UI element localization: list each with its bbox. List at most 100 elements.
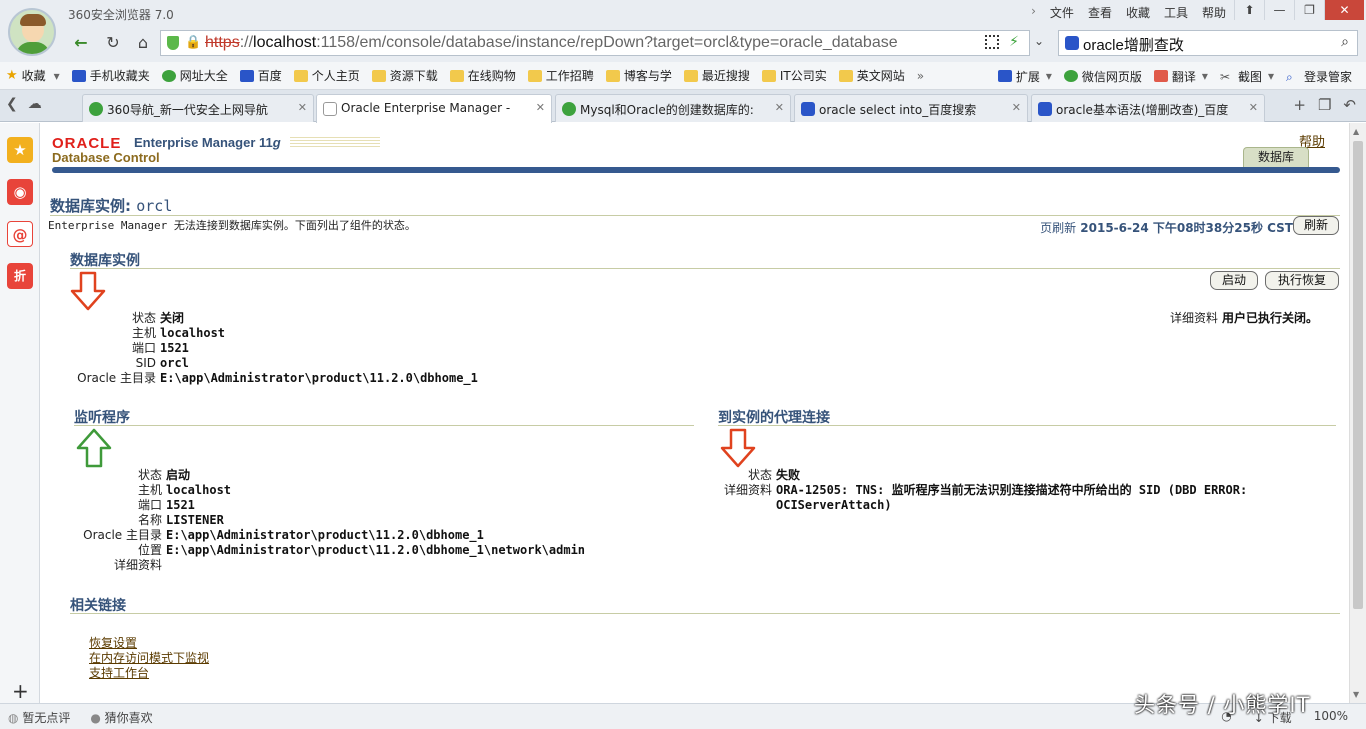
search-input[interactable]: oracle增删查改 (1083, 34, 1184, 55)
cloud-icon[interactable]: ☁ (28, 96, 42, 112)
chevron-down-icon[interactable]: ⌄ (1034, 34, 1044, 48)
refresh-info: 页刷新 2015-6-24 下午08时38分25秒 CST (1040, 221, 1293, 235)
perform-recovery-button[interactable]: 执行恢复 (1265, 271, 1339, 290)
bookmark-folder[interactable]: 英文网站 (833, 67, 911, 84)
menu-favorites[interactable]: 收藏 (1126, 4, 1150, 21)
startup-button[interactable]: 启动 (1210, 271, 1258, 290)
favorites-star-icon[interactable]: ★ (7, 137, 33, 163)
scroll-up-icon[interactable]: ▲ (1353, 127, 1359, 136)
bookmark-nav[interactable]: 网址大全 (156, 67, 234, 84)
page-icon (323, 102, 337, 116)
scroll-thumb[interactable] (1353, 141, 1363, 609)
bookmark-folder[interactable]: 最近搜搜 (678, 67, 756, 84)
section-title-related: 相关链接 (70, 598, 126, 614)
screenshot-button[interactable]: ✂ 截图 ▾ (1214, 68, 1280, 85)
page-title: 数据库实例: orcl (50, 197, 173, 215)
qrcode-icon[interactable] (985, 35, 999, 49)
tab-list-icon[interactable]: ❐ (1318, 96, 1331, 114)
bookmark-folder[interactable]: 博客与学 (600, 67, 678, 84)
search-icon: ⌕ (1285, 70, 1293, 84)
close-icon[interactable]: ✕ (536, 101, 545, 114)
mail-icon[interactable]: @ (7, 221, 33, 247)
minimize-button[interactable]: — (1264, 0, 1294, 20)
close-icon[interactable]: ✕ (1249, 101, 1258, 114)
watermark: 头条号 / 小熊学IT (1134, 693, 1311, 717)
undo-close-icon[interactable]: ↶ (1343, 96, 1356, 114)
phone-icon (71, 69, 86, 82)
close-icon[interactable]: ✕ (775, 101, 784, 114)
user-avatar[interactable] (8, 8, 56, 56)
browser-sidebar: ★ ◉ @ 折 + (0, 123, 40, 703)
close-icon[interactable]: ✕ (298, 101, 307, 114)
skin-button[interactable]: ⬆ (1234, 0, 1264, 20)
add-icon[interactable]: + (12, 679, 29, 703)
baidu-icon[interactable] (1065, 36, 1079, 50)
bookmark-folder[interactable]: 个人主页 (288, 67, 366, 84)
weibo-icon[interactable]: ◉ (7, 179, 33, 205)
top-menu: › 文件 查看 收藏 工具 帮助 (1031, 4, 1226, 21)
address-url[interactable]: https://localhost:1158/em/console/databa… (205, 34, 898, 52)
menu-file[interactable]: 文件 (1050, 4, 1074, 21)
close-icon[interactable]: ✕ (1012, 101, 1021, 114)
translate-button[interactable]: 翻译 ▾ (1148, 68, 1214, 85)
navigation-row: ← ↻ ⌂ 🔒 https://localhost:1158/em/consol… (66, 28, 1366, 58)
tab-baidu-select-into[interactable]: oracle select into_百度搜索 ✕ (794, 94, 1028, 122)
chevron-down-icon: ▾ (1045, 69, 1052, 83)
address-bar[interactable]: 🔒 https://localhost:1158/em/console/data… (160, 30, 1030, 56)
scroll-down-icon[interactable]: ▼ (1353, 690, 1359, 699)
bookmark-folder[interactable]: IT公司实 (756, 67, 833, 84)
star-icon: ★ (6, 68, 18, 83)
bookmark-folder[interactable]: 在线购物 (444, 67, 522, 84)
chevron-down-icon: ▾ (53, 68, 60, 83)
folder-icon (838, 69, 853, 82)
discount-icon[interactable]: 折 (7, 263, 33, 289)
link-support-workbench[interactable]: 支持工作台 (89, 664, 149, 681)
close-button[interactable]: ✕ (1324, 0, 1364, 20)
bookmark-baidu[interactable]: 百度 (234, 67, 288, 84)
refresh-button[interactable]: 刷新 (1293, 216, 1339, 235)
folder-icon (449, 69, 464, 82)
wechat-icon (1063, 70, 1078, 82)
login-manager-button[interactable]: ⌕ 登录管家 (1280, 68, 1358, 85)
rating-button[interactable]: ◍ 暂无点评 (8, 709, 70, 726)
instance-detail-info: 详细资料 用户已执行关闭。 (1170, 311, 1319, 325)
extensions-button[interactable]: 扩展 ▾ (992, 68, 1058, 85)
red-arrow-down-icon (70, 271, 106, 311)
reload-button[interactable]: ↻ (100, 30, 126, 56)
search-icon[interactable]: ⌕ (1341, 34, 1349, 50)
tab-mysql-oracle[interactable]: Mysql和Oracle的创建数据库的: ✕ (555, 94, 791, 122)
bookmark-folder[interactable]: 资源下载 (366, 67, 444, 84)
oracle-em-page: ORACLE Enterprise Manager 11g Database C… (40, 123, 1349, 703)
new-tab-icon[interactable]: + (1293, 96, 1306, 114)
bookmarks-more[interactable]: » (911, 69, 930, 83)
bookmark-folder[interactable]: 工作招聘 (522, 67, 600, 84)
scissors-icon: ✂ (1219, 70, 1230, 84)
zoom-level[interactable]: 100% (1314, 709, 1348, 726)
back-button[interactable]: ← (68, 30, 94, 56)
maximize-button[interactable]: ❐ (1294, 0, 1324, 20)
chevron-right-icon[interactable]: › (1031, 4, 1036, 21)
bolt-icon[interactable]: ⚡ (1009, 34, 1019, 50)
wechat-button[interactable]: 微信网页版 (1058, 68, 1148, 85)
tab-360nav[interactable]: 360导航_新一代安全上网导航 ✕ (82, 94, 314, 122)
recommend-button[interactable]: ● 猜你喜欢 (90, 709, 152, 726)
tab-scroll-left-icon[interactable]: ❮ (6, 96, 18, 112)
section-title-listener: 监听程序 (74, 410, 130, 426)
status-left: ◍ 暂无点评 ● 猜你喜欢 (8, 709, 153, 726)
lock-icon: 🔒 (185, 35, 202, 50)
status-message: Enterprise Manager 无法连接到数据库实例。下面列出了组件的状态… (48, 219, 416, 232)
page-scrollbar[interactable]: ▲ ▼ (1349, 123, 1366, 703)
menu-view[interactable]: 查看 (1088, 4, 1112, 21)
header-decoration (290, 137, 380, 149)
bookmark-mobile[interactable]: 手机收藏夹 (66, 67, 156, 84)
bookmark-favorites[interactable]: ★ 收藏 ▾ (0, 67, 66, 84)
menu-tools[interactable]: 工具 (1164, 4, 1188, 21)
search-bar[interactable]: oracle增删查改 ⌕ (1058, 30, 1358, 56)
nav-icon (161, 69, 176, 82)
tab-baidu-oracle-syntax[interactable]: oracle基本语法(增删改查)_百度 ✕ (1031, 94, 1265, 122)
home-button[interactable]: ⌂ (130, 30, 156, 56)
tab-oracle-em[interactable]: Oracle Enterprise Manager - ✕ (316, 94, 552, 123)
menu-help[interactable]: 帮助 (1202, 4, 1226, 21)
tab-database[interactable]: 数据库 (1243, 147, 1309, 167)
divider (70, 613, 1340, 614)
